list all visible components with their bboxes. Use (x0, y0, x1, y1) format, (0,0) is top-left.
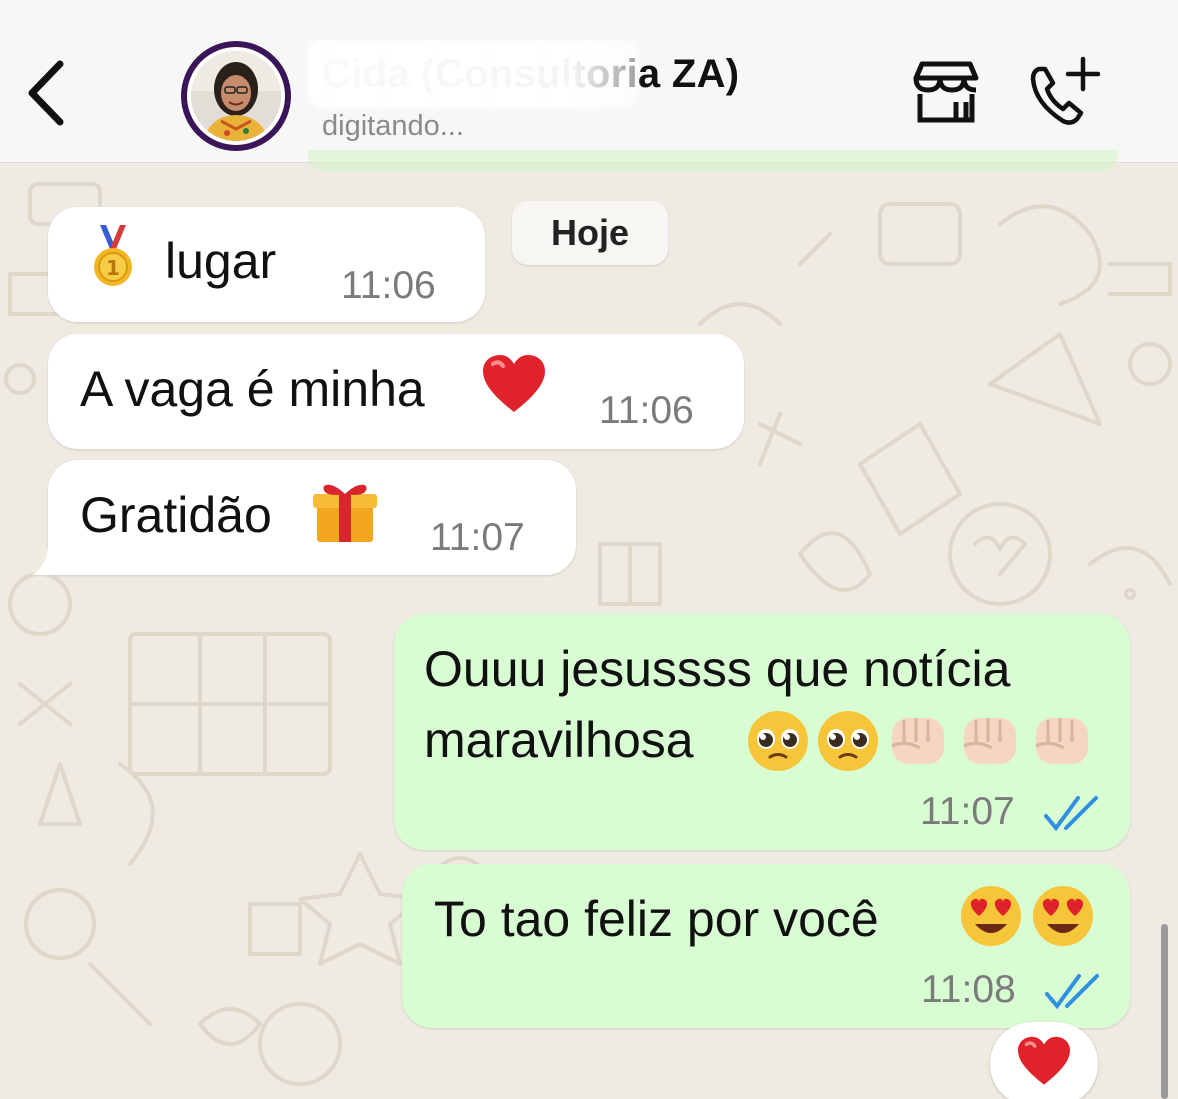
scrollbar[interactable] (1161, 924, 1168, 1099)
message-time: 11:06 (599, 389, 694, 432)
message-text: A vaga é minha (80, 361, 425, 417)
voice-call-button[interactable] (1025, 55, 1105, 130)
name-redaction (308, 40, 638, 108)
medal-icon: 1 (94, 225, 132, 286)
incoming-message[interactable]: A vaga é minha 11:06 (48, 334, 744, 449)
contact-avatar[interactable] (181, 41, 291, 151)
typing-status: digitando... (322, 110, 464, 142)
message-text-line1: Ouuu jesussss que notícia (424, 641, 1011, 697)
add-call-icon (1030, 56, 1101, 125)
incoming-message[interactable]: Gratidão 11:07 (48, 460, 576, 575)
chat-area[interactable]: Hoje 1 lugar 11:06 A vaga é minha 11:06 … (0, 164, 1178, 1099)
pleading-face-icon (748, 711, 808, 771)
incoming-message[interactable]: 1 lugar 11:06 (48, 207, 485, 322)
read-ticks-icon (1045, 974, 1099, 1010)
outgoing-message[interactable]: To tao feliz por você 11:08 (402, 864, 1130, 1028)
message-time: 11:07 (920, 790, 1015, 833)
date-separator: Hoje (512, 201, 668, 265)
message-text: Gratidão (80, 487, 272, 543)
outgoing-message[interactable]: Ouuu jesussss que notícia maravilhosa 11… (394, 614, 1130, 850)
red-heart-icon (483, 355, 545, 412)
chevron-left-icon (28, 60, 64, 126)
message-time: 11:06 (341, 264, 436, 307)
storefront-icon (913, 61, 979, 123)
bubble-tail (32, 547, 70, 575)
fist-icon (963, 718, 1016, 764)
catalog-button[interactable] (906, 58, 986, 128)
fist-icon (891, 718, 944, 764)
message-text: To tao feliz por você (434, 891, 879, 947)
pleading-face-icon (818, 711, 878, 771)
message-text: lugar (165, 233, 277, 289)
read-ticks-icon (1044, 796, 1098, 832)
message-text-line2: maravilhosa (424, 712, 694, 768)
gift-icon (313, 484, 377, 542)
back-button[interactable] (22, 58, 72, 128)
red-heart-icon (1018, 1036, 1070, 1085)
heart-eyes-icon (961, 886, 1021, 946)
avatar-photo (191, 51, 281, 141)
message-time: 11:07 (430, 516, 525, 559)
message-time: 11:08 (921, 968, 1016, 1011)
chat-header: Cida (Consultoria ZA) digitando... (0, 0, 1178, 172)
heart-eyes-icon (1033, 886, 1093, 946)
svg-text:1: 1 (106, 256, 120, 280)
message-reaction[interactable] (990, 1022, 1098, 1099)
fist-icon (1035, 718, 1088, 764)
